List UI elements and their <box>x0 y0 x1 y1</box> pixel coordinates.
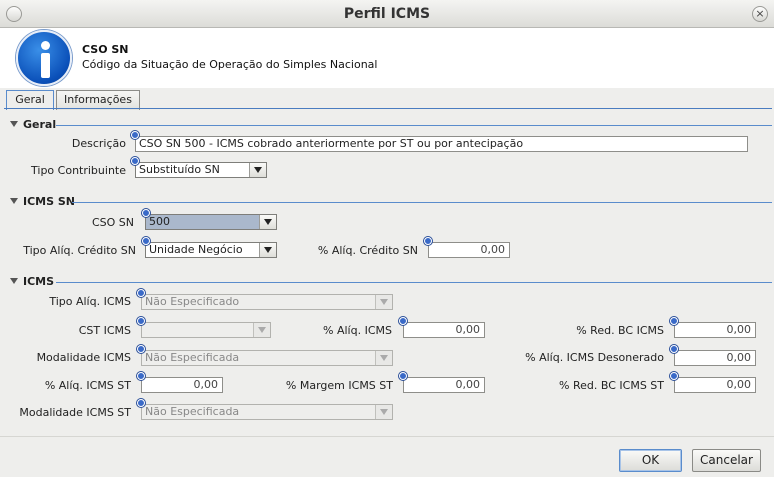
title-bar: Perfil ICMS × <box>0 0 774 28</box>
required-icon <box>399 317 407 325</box>
modalidade-icms-st-select[interactable]: Não Especificada <box>141 404 393 420</box>
cst-icms-label: CST ICMS <box>78 324 131 337</box>
section-title: Geral <box>23 118 57 131</box>
tipo-aliq-icms-value: Não Especificado <box>145 295 240 308</box>
header-title: CSO SN <box>82 43 129 56</box>
modalidade-icms-st-label: Modalidade ICMS ST <box>19 406 131 419</box>
required-icon <box>670 372 678 380</box>
chevron-down-icon[interactable] <box>375 295 392 309</box>
chevron-down-icon[interactable] <box>253 323 270 337</box>
section-icms[interactable]: ICMS <box>10 275 772 289</box>
section-title: ICMS SN <box>23 195 75 208</box>
tipo-contribuinte-select[interactable]: Substituído SN <box>135 162 267 178</box>
tipo-contribuinte-value: Substituído SN <box>139 163 220 176</box>
collapse-icon[interactable] <box>10 278 18 284</box>
aliq-icms-st-field[interactable]: 0,00 <box>141 377 223 393</box>
required-icon <box>142 209 150 217</box>
aliq-icms-desonerado-label: % Alíq. ICMS Desonerado <box>525 351 664 364</box>
aliq-credito-label: % Alíq. Crédito SN <box>317 244 418 257</box>
red-bc-icms-st-field[interactable]: 0,00 <box>674 377 756 393</box>
tipo-aliq-icms-label: Tipo Alíq. ICMS <box>49 295 131 308</box>
required-icon <box>137 399 145 407</box>
footer-divider <box>0 436 774 437</box>
ok-button[interactable]: OK <box>619 449 682 472</box>
chevron-down-icon[interactable] <box>259 215 276 229</box>
red-bc-icms-st-label: % Red. BC ICMS ST <box>559 379 664 392</box>
modalidade-icms-label: Modalidade ICMS <box>36 351 131 364</box>
tab-informacoes[interactable]: Informações <box>56 90 140 110</box>
section-icms-sn[interactable]: ICMS SN <box>10 195 772 209</box>
red-bc-icms-field[interactable]: 0,00 <box>674 322 756 338</box>
required-icon <box>137 345 145 353</box>
required-icon <box>670 317 678 325</box>
red-bc-icms-label: % Red. BC ICMS <box>576 324 664 337</box>
descricao-field[interactable]: CSO SN 500 - ICMS cobrado anteriormente … <box>135 136 748 152</box>
window-title: Perfil ICMS <box>343 6 431 22</box>
chevron-down-icon[interactable] <box>259 243 276 257</box>
info-icon <box>16 30 72 86</box>
tab-divider <box>4 108 772 109</box>
tipo-aliq-credito-label: Tipo Alíq. Crédito SN <box>23 244 136 257</box>
tipo-contribuinte-label: Tipo Contribuinte <box>31 164 126 177</box>
margem-icms-st-field[interactable]: 0,00 <box>403 377 485 393</box>
tipo-aliq-icms-select[interactable]: Não Especificado <box>141 294 393 310</box>
tipo-aliq-credito-value: Unidade Negócio <box>149 243 243 256</box>
tipo-aliq-credito-select[interactable]: Unidade Negócio <box>145 242 277 258</box>
section-geral[interactable]: Geral <box>10 118 772 132</box>
section-title: ICMS <box>23 275 55 288</box>
required-icon <box>131 157 139 165</box>
chevron-down-icon[interactable] <box>249 163 266 177</box>
chevron-down-icon[interactable] <box>375 405 392 419</box>
tab-geral[interactable]: Geral <box>6 90 54 110</box>
required-icon <box>137 317 145 325</box>
aliq-icms-desonerado-field[interactable]: 0,00 <box>674 350 756 366</box>
header-subtitle: Código da Situação de Operação do Simple… <box>82 58 378 71</box>
cso-sn-select[interactable]: 500 <box>145 214 277 230</box>
cso-sn-label: CSO SN <box>91 216 134 229</box>
margem-icms-st-label: % Margem ICMS ST <box>285 379 393 392</box>
aliq-icms-st-label: % Alíq. ICMS ST <box>44 379 131 392</box>
required-icon <box>670 345 678 353</box>
aliq-credito-field[interactable]: 0,00 <box>428 242 510 258</box>
cst-icms-select[interactable] <box>141 322 271 338</box>
required-icon <box>131 131 139 139</box>
required-icon <box>137 289 145 297</box>
required-icon <box>142 237 150 245</box>
cso-sn-value: 500 <box>149 215 170 228</box>
required-icon <box>424 237 432 245</box>
required-icon <box>137 372 145 380</box>
aliq-icms-label: % Alíq. ICMS <box>323 324 392 337</box>
modalidade-icms-st-value: Não Especificada <box>145 405 240 418</box>
close-icon[interactable]: × <box>752 6 768 22</box>
modalidade-icms-select[interactable]: Não Especificada <box>141 350 393 366</box>
collapse-icon[interactable] <box>10 121 18 127</box>
required-icon <box>399 372 407 380</box>
chevron-down-icon[interactable] <box>375 351 392 365</box>
descricao-label: Descrição <box>71 137 126 150</box>
aliq-icms-field[interactable]: 0,00 <box>403 322 485 338</box>
modalidade-icms-value: Não Especificada <box>145 351 240 364</box>
collapse-icon[interactable] <box>10 198 18 204</box>
cancel-button[interactable]: Cancelar <box>692 449 761 472</box>
